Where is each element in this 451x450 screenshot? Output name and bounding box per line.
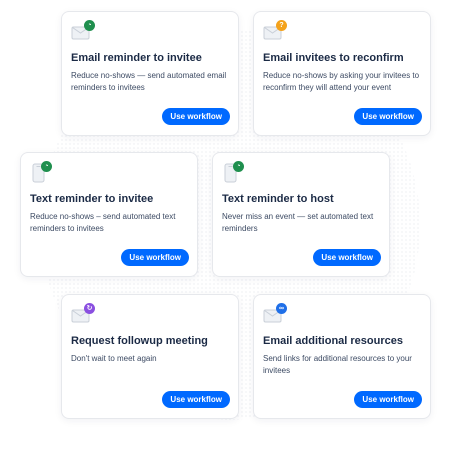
envelope-clock-icon: ◔ xyxy=(71,20,95,42)
clock-badge-icon: ◔ xyxy=(233,161,244,172)
card-description: Reduce no-shows – send automated text re… xyxy=(30,212,176,233)
card-description: Never miss an event — set automated text… xyxy=(222,212,374,233)
workflow-card-email-reconfirm: ? Email invitees to reconfirm Reduce no-… xyxy=(253,11,431,136)
use-workflow-button[interactable]: Use workflow xyxy=(162,391,230,408)
use-workflow-button[interactable]: Use workflow xyxy=(354,108,422,125)
card-title: Request followup meeting xyxy=(71,335,208,347)
envelope-link-icon: ∞ xyxy=(263,303,287,325)
use-workflow-button[interactable]: Use workflow xyxy=(162,108,230,125)
card-title: Text reminder to invitee xyxy=(30,193,154,205)
card-title: Text reminder to host xyxy=(222,193,334,205)
phone-clock-icon: ◔ xyxy=(222,161,246,183)
envelope-question-icon: ? xyxy=(263,20,287,42)
workflow-card-request-followup: ↻ Request followup meeting Don't wait to… xyxy=(61,294,239,419)
envelope-refresh-icon: ↻ xyxy=(71,303,95,325)
card-description: Send links for additional resources to y… xyxy=(263,354,412,375)
card-description: Reduce no-shows by asking your invitees … xyxy=(263,71,420,92)
card-title: Email additional resources xyxy=(263,335,403,347)
workflow-card-text-reminder-invitee: ◔ Text reminder to invitee Reduce no-sho… xyxy=(20,152,198,277)
phone-clock-icon: ◔ xyxy=(30,161,54,183)
card-description: Reduce no-shows — send automated email r… xyxy=(71,71,227,92)
clock-badge-icon: ◔ xyxy=(84,20,95,31)
refresh-badge-icon: ↻ xyxy=(84,303,95,314)
card-description: Don't wait to meet again xyxy=(71,354,157,363)
link-badge-icon: ∞ xyxy=(276,303,287,314)
card-title: Email reminder to invitee xyxy=(71,52,202,64)
card-title: Email invitees to reconfirm xyxy=(263,52,404,64)
use-workflow-button[interactable]: Use workflow xyxy=(313,249,381,266)
workflow-card-text-reminder-host: ◔ Text reminder to host Never miss an ev… xyxy=(212,152,390,277)
use-workflow-button[interactable]: Use workflow xyxy=(354,391,422,408)
workflow-card-email-resources: ∞ Email additional resources Send links … xyxy=(253,294,431,419)
clock-badge-icon: ◔ xyxy=(41,161,52,172)
workflow-card-email-reminder-invitee: ◔ Email reminder to invitee Reduce no-sh… xyxy=(61,11,239,136)
question-badge-icon: ? xyxy=(276,20,287,31)
use-workflow-button[interactable]: Use workflow xyxy=(121,249,189,266)
